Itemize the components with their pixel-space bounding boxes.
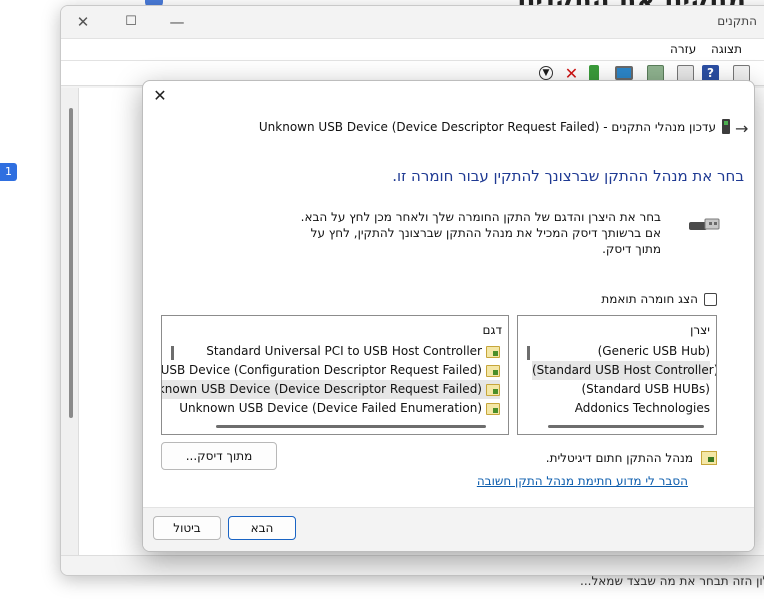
manufacturer-column-header: יצרן — [690, 323, 710, 337]
manufacturer-list-item[interactable]: (Generic USB Hub) — [532, 342, 710, 361]
model-list-item-label: Unknown USB Device (Device Descriptor Re… — [162, 382, 482, 396]
model-vertical-scrollbar[interactable] — [171, 346, 174, 360]
signed-driver-row: מנהל ההתקן חתום דיגיטלית. — [546, 451, 717, 465]
model-list-item-label: Standard Universal PCI to USB Host Contr… — [206, 344, 482, 358]
driver-signing-info-link[interactable]: הסבר לי מדוע חתימת מנהל התקן חשובה — [477, 474, 688, 488]
dialog-header-title: עדכון מנהלי התקנים - Unknown USB Device … — [258, 119, 716, 134]
usb-device-icon — [722, 119, 730, 134]
dialog-header: עדכון מנהלי התקנים - Unknown USB Device … — [259, 119, 730, 134]
instructions-text: בחר את היצרן והדגם של התקן החומרה שלך ול… — [300, 210, 661, 256]
show-compatible-label: הצג חומרה תואמת — [601, 292, 698, 306]
back-arrow-button[interactable]: → — [735, 119, 748, 138]
dialog-close-button[interactable]: ✕ — [151, 87, 169, 105]
show-compatible-row: הצג חומרה תואמת — [601, 292, 717, 306]
driver-icon — [486, 402, 500, 415]
driver-icon — [486, 364, 500, 377]
signed-driver-label: מנהל ההתקן חתום דיגיטלית. — [545, 451, 693, 465]
driver-icon — [486, 383, 500, 396]
background-badge: 1 — [0, 163, 17, 181]
device-manager-titlebar: ✕ ☐ — התקנים — [61, 6, 764, 38]
show-compatible-checkbox[interactable] — [704, 292, 717, 306]
uninstall-icon[interactable]: ▼ — [539, 66, 553, 80]
device-tree-scrollbar[interactable] — [69, 108, 73, 418]
model-list-item[interactable]: Standard Universal PCI to USB Host Contr… — [162, 342, 500, 361]
window-maximize-button[interactable]: ☐ — [119, 10, 143, 34]
dialog-main-heading: בחר את מנהל ההתקן שברצונך להתקין עבור חו… — [392, 167, 744, 185]
dialog-footer: הבא ביטול — [143, 507, 754, 551]
menu-help[interactable]: עזרה — [670, 42, 696, 56]
manufacturer-listbox[interactable]: יצרן (Generic USB Hub) (Standard USB Hos… — [517, 315, 717, 435]
manufacturer-list-item[interactable]: (Standard USB Host Controller) — [532, 361, 716, 380]
window-minimize-button[interactable]: — — [165, 10, 189, 34]
model-list-item[interactable]: Unknown USB Device (Configuration Descri… — [162, 361, 500, 380]
usb-plug-icon — [689, 218, 720, 230]
window-close-button[interactable]: ✕ — [71, 10, 95, 34]
model-list-item[interactable]: Unknown USB Device (Device Descriptor Re… — [162, 380, 500, 399]
device-manager-title: התקנים — [717, 14, 757, 28]
signed-driver-icon — [701, 451, 717, 465]
next-button[interactable]: הבא — [228, 516, 296, 540]
have-disk-button[interactable]: מתוך דיסק... — [161, 442, 277, 470]
cancel-button[interactable]: ביטול — [153, 516, 221, 540]
monitor-icon[interactable] — [615, 66, 633, 80]
model-column-header: דגם — [482, 323, 502, 337]
device-manager-menubar: עזרה תצוגה — [61, 38, 764, 60]
menu-view[interactable]: תצוגה — [711, 42, 742, 56]
manufacturer-vertical-scrollbar[interactable] — [527, 346, 530, 360]
manufacturer-horizontal-scrollbar[interactable] — [548, 425, 704, 428]
background-footer-text: ...לון הזה תבחר את מה שבצד שמאל — [580, 574, 764, 588]
update-driver-dialog: ✕ → עדכון מנהלי התקנים - Unknown USB Dev… — [142, 80, 755, 552]
device-manager-statusbar — [61, 555, 764, 575]
driver-icon — [486, 345, 500, 358]
manufacturer-list-item[interactable]: Addonics Technologies — [532, 399, 710, 418]
model-list-item-label: Unknown USB Device (Configuration Descri… — [162, 363, 482, 377]
model-list-item-label: Unknown USB Device (Device Failed Enumer… — [179, 401, 482, 415]
manufacturer-list-item[interactable]: (Standard USB HUBs) — [532, 380, 710, 399]
model-listbox[interactable]: דגם Standard Universal PCI to USB Host C… — [161, 315, 509, 435]
model-list-item[interactable]: Unknown USB Device (Device Failed Enumer… — [162, 399, 500, 418]
model-horizontal-scrollbar[interactable] — [216, 425, 486, 428]
